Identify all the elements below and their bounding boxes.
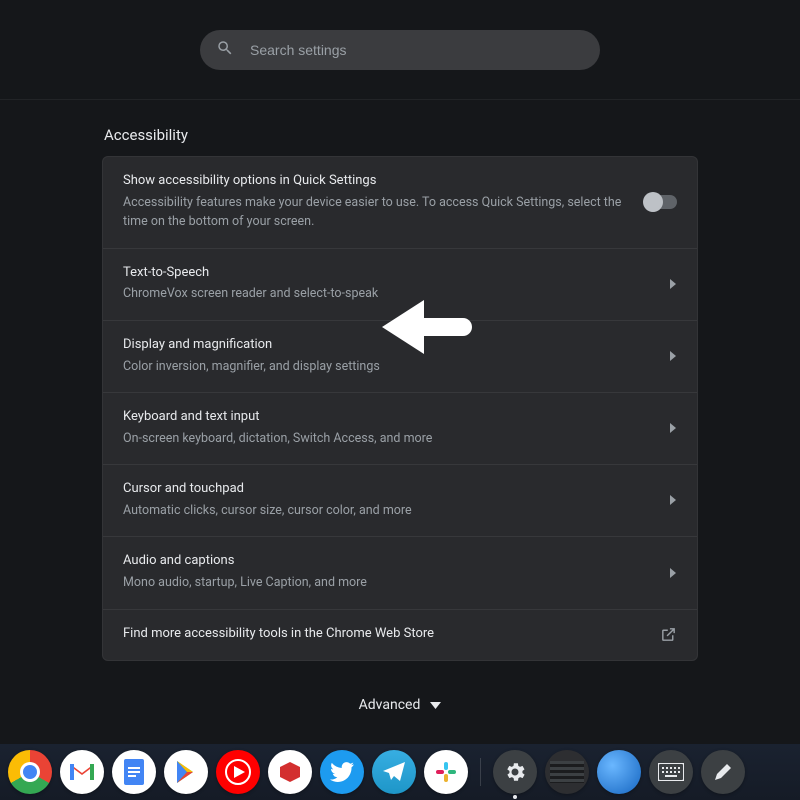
app-telegram[interactable] <box>372 750 416 794</box>
advanced-label: Advanced <box>359 697 421 713</box>
chevron-down-icon <box>430 697 441 713</box>
toggle-quick-settings[interactable] <box>645 195 677 209</box>
row-title: Audio and captions <box>123 552 654 571</box>
app-flag[interactable] <box>545 750 589 794</box>
shelf <box>0 744 800 800</box>
settings-card: Show accessibility options in Quick Sett… <box>102 156 698 661</box>
play-store-icon <box>175 760 197 784</box>
row-subtitle: Color inversion, magnifier, and display … <box>123 357 654 376</box>
keyboard-icon <box>658 763 684 781</box>
app-docs[interactable] <box>112 750 156 794</box>
search-field-wrap[interactable] <box>200 30 600 70</box>
chevron-right-icon <box>670 351 677 361</box>
row-cursor-touchpad[interactable]: Cursor and touchpad Automatic clicks, cu… <box>103 465 697 537</box>
youtube-music-icon <box>216 750 260 794</box>
gear-icon <box>503 760 527 784</box>
row-subtitle: ChromeVox screen reader and select-to-sp… <box>123 284 654 303</box>
row-title: Find more accessibility tools in the Chr… <box>123 625 644 644</box>
app-slack[interactable] <box>424 750 468 794</box>
app-gmail[interactable] <box>60 750 104 794</box>
slack-icon <box>435 761 457 783</box>
gmail-icon <box>69 762 95 782</box>
chrome-icon <box>8 750 52 794</box>
app-onscreen-keyboard[interactable] <box>649 750 693 794</box>
hexagon-icon <box>278 760 302 784</box>
app-pen[interactable] <box>701 750 745 794</box>
row-subtitle: On-screen keyboard, dictation, Switch Ac… <box>123 429 654 448</box>
toggle-switch-off-icon[interactable] <box>645 195 677 209</box>
app-globe[interactable] <box>597 750 641 794</box>
row-title: Display and magnification <box>123 336 654 355</box>
shelf-separator <box>480 758 481 786</box>
app-youtube-music[interactable] <box>216 750 260 794</box>
row-audio-captions[interactable]: Audio and captions Mono audio, startup, … <box>103 537 697 609</box>
row-subtitle: Automatic clicks, cursor size, cursor co… <box>123 501 654 520</box>
search-input[interactable] <box>248 41 584 59</box>
app-ruby[interactable] <box>268 750 312 794</box>
row-title: Cursor and touchpad <box>123 480 654 499</box>
advanced-expander[interactable]: Advanced <box>0 697 800 713</box>
row-keyboard-text-input[interactable]: Keyboard and text input On-screen keyboa… <box>103 393 697 465</box>
open-external-icon <box>660 626 677 643</box>
app-settings[interactable] <box>493 750 537 794</box>
app-chrome[interactable] <box>8 750 52 794</box>
top-bar <box>0 0 800 100</box>
chevron-right-icon <box>670 279 677 289</box>
row-chrome-web-store[interactable]: Find more accessibility tools in the Chr… <box>103 610 697 660</box>
row-title: Show accessibility options in Quick Sett… <box>123 172 629 191</box>
chevron-right-icon <box>670 495 677 505</box>
row-quick-settings-toggle[interactable]: Show accessibility options in Quick Sett… <box>103 157 697 249</box>
row-subtitle: Accessibility features make your device … <box>123 193 629 232</box>
row-text-to-speech[interactable]: Text-to-Speech ChromeVox screen reader a… <box>103 249 697 321</box>
search-icon <box>216 39 234 61</box>
chevron-right-icon <box>670 568 677 578</box>
docs-icon <box>124 759 144 785</box>
row-title: Text-to-Speech <box>123 264 654 283</box>
flag-stripes-icon <box>550 761 584 783</box>
row-title: Keyboard and text input <box>123 408 654 427</box>
chevron-right-icon <box>670 423 677 433</box>
twitter-icon <box>330 762 354 782</box>
app-twitter[interactable] <box>320 750 364 794</box>
page-title: Accessibility <box>104 126 800 144</box>
app-play[interactable] <box>164 750 208 794</box>
pen-icon <box>713 762 733 782</box>
telegram-icon <box>382 761 406 783</box>
row-subtitle: Mono audio, startup, Live Caption, and m… <box>123 573 654 592</box>
row-display-magnification[interactable]: Display and magnification Color inversio… <box>103 321 697 393</box>
